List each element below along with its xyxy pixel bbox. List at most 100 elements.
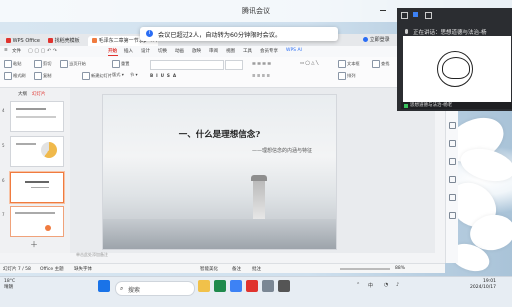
search-icon: [372, 60, 380, 68]
login-label: 立即登录: [369, 37, 390, 43]
font-size-select[interactable]: [225, 60, 243, 70]
tab-outline[interactable]: 大纲: [18, 91, 27, 97]
tab-label: WPS Office: [12, 38, 40, 44]
menu-design[interactable]: 设计: [141, 48, 150, 54]
taskbar-search[interactable]: ⌕ 搜索: [115, 281, 195, 296]
menu-transition[interactable]: 切换: [158, 48, 167, 54]
format-painter-button[interactable]: 格式刷: [4, 72, 26, 80]
menu-home[interactable]: 开始: [108, 48, 117, 54]
avatar: [437, 51, 473, 87]
wps-taskbar-icon[interactable]: [246, 280, 258, 292]
add-slide-button[interactable]: ＋: [30, 239, 38, 250]
menu-member[interactable]: 会员专享: [260, 48, 278, 54]
slide-thumbnail-7-selected[interactable]: [10, 172, 64, 203]
microphone-icon: [405, 29, 408, 34]
slide-subtitle[interactable]: ——理想信念的内涵与特征: [103, 147, 336, 154]
app-icon[interactable]: [262, 280, 274, 292]
animation-icon[interactable]: [449, 140, 456, 147]
mic-active-icon: [404, 103, 408, 108]
copy-button[interactable]: 复制: [34, 72, 51, 80]
tray-expand-icon[interactable]: ⌃: [356, 282, 360, 288]
minimize-icon[interactable]: [380, 10, 386, 11]
layout-dropdown[interactable]: 版式 ▾: [112, 72, 124, 78]
text-format-buttons[interactable]: B I U S A: [150, 73, 176, 78]
gallery-icon[interactable]: [413, 12, 418, 17]
weather-desc: 晴朗: [4, 285, 13, 290]
menu-animation[interactable]: 动画: [175, 48, 184, 54]
menu-insert[interactable]: 插入: [124, 48, 133, 54]
slide-thumbnail-5[interactable]: [10, 136, 64, 167]
text-box-button[interactable]: 文本框: [338, 60, 360, 68]
participant-name: 思想道德与法治-杨老: [410, 103, 453, 108]
hamburger-icon[interactable]: ≡: [4, 48, 8, 53]
menu-view[interactable]: 视图: [226, 48, 235, 54]
layout-icon[interactable]: [401, 12, 408, 19]
tab-wps-office[interactable]: WPS Office: [2, 36, 44, 46]
shapes-gallery[interactable]: ▭ ◯ △ ╲: [300, 60, 318, 65]
copy-icon: [34, 72, 42, 80]
system-clock[interactable]: 19:01 2024/10/17: [470, 279, 496, 291]
font-name-select[interactable]: [150, 60, 224, 70]
tab-slides[interactable]: 幻灯片: [32, 91, 46, 97]
avatar-face: [442, 57, 470, 79]
paste-button[interactable]: 粘贴: [4, 60, 21, 68]
notification-text: 会议已超过2人，自动转为60分钟限时会议。: [158, 32, 282, 39]
notes-area[interactable]: 单击此处添加备注: [70, 252, 435, 260]
network-icon[interactable]: ◔: [384, 282, 388, 288]
menu-tools[interactable]: 工具: [243, 48, 252, 54]
thumb-number: 4: [2, 108, 5, 113]
menu-slideshow[interactable]: 放映: [192, 48, 201, 54]
ime-indicator[interactable]: 中: [368, 282, 373, 289]
edge-icon[interactable]: [214, 280, 226, 292]
new-slide-button[interactable]: 新建幻灯片: [82, 72, 112, 80]
reset-button[interactable]: 重置: [112, 60, 129, 68]
theme-name: Office 主题: [40, 266, 64, 272]
slide-thumbnail-8[interactable]: [10, 206, 64, 237]
notes-toggle[interactable]: 备注: [232, 266, 241, 272]
template-icon: [48, 38, 53, 43]
section-dropdown[interactable]: 节 ▾: [130, 72, 138, 78]
shape-icon[interactable]: [449, 158, 456, 165]
thumb-number: 7: [2, 212, 5, 217]
quick-access-icons[interactable]: ▢ ▢ ▢ ↶ ↷: [28, 48, 57, 54]
tab-template[interactable]: 找稻壳模板: [44, 36, 84, 46]
search-placeholder: 搜索: [128, 287, 141, 294]
zoom-slider[interactable]: [340, 267, 390, 270]
align-buttons[interactable]: ≡ ≡ ≡ ≡: [252, 73, 270, 78]
find-button[interactable]: 查找: [372, 60, 389, 68]
menu-review[interactable]: 审阅: [209, 48, 218, 54]
text-box-icon: [338, 60, 346, 68]
cut-button[interactable]: 剪切: [34, 60, 51, 68]
paragraph-buttons[interactable]: ☰ ☰ ☰ ☰: [252, 61, 271, 66]
start-icon[interactable]: [98, 280, 110, 292]
thumb-number: 5: [2, 143, 5, 148]
file-explorer-icon[interactable]: [198, 280, 210, 292]
design-icon[interactable]: [449, 122, 456, 129]
app-icon[interactable]: [278, 280, 290, 292]
missing-font[interactable]: 缺失字体: [74, 266, 92, 272]
slide-thumbnail-4[interactable]: [10, 101, 64, 132]
current-slide[interactable]: 一、什么是理想信念? ——理想信念的内涵与特征: [102, 94, 337, 250]
from-current-button[interactable]: 当页开始: [60, 60, 86, 68]
weather-widget[interactable]: 18°C 晴朗: [4, 279, 15, 291]
beautify-button[interactable]: 智能美化: [200, 266, 218, 272]
volume-icon[interactable]: ♪: [396, 282, 399, 288]
share-icon[interactable]: [449, 194, 456, 201]
user-icon: [363, 37, 368, 42]
speaker-view-icon[interactable]: [425, 12, 432, 19]
menu-file[interactable]: 文件: [12, 48, 21, 54]
comments-toggle[interactable]: 批注: [252, 266, 261, 272]
arrange-button[interactable]: 排列: [338, 72, 355, 80]
lighthouse-top: [251, 175, 267, 181]
backup-icon[interactable]: [449, 176, 456, 183]
ribbon-toolbar: 粘贴 格式刷 剪切 复制 当页开始 新建幻灯片 版式 ▾ 节 ▾ 重置 B I …: [0, 57, 445, 88]
login-button[interactable]: 立即登录: [363, 36, 390, 43]
menu-wps-ai[interactable]: WPS AI: [286, 48, 302, 53]
windows-taskbar: 18°C 晴朗 ⌕ 搜索 ⌃ 中 ◔ ♪ 19:01 2024/10/17: [0, 276, 512, 307]
tencent-meeting-icon[interactable]: [230, 280, 242, 292]
settings-icon[interactable]: [449, 212, 456, 219]
info-icon: i: [146, 30, 153, 37]
slide-title[interactable]: 一、什么是理想信念?: [103, 128, 336, 140]
participant-video-tile[interactable]: [403, 36, 511, 103]
thumb-number: 6: [2, 178, 5, 183]
